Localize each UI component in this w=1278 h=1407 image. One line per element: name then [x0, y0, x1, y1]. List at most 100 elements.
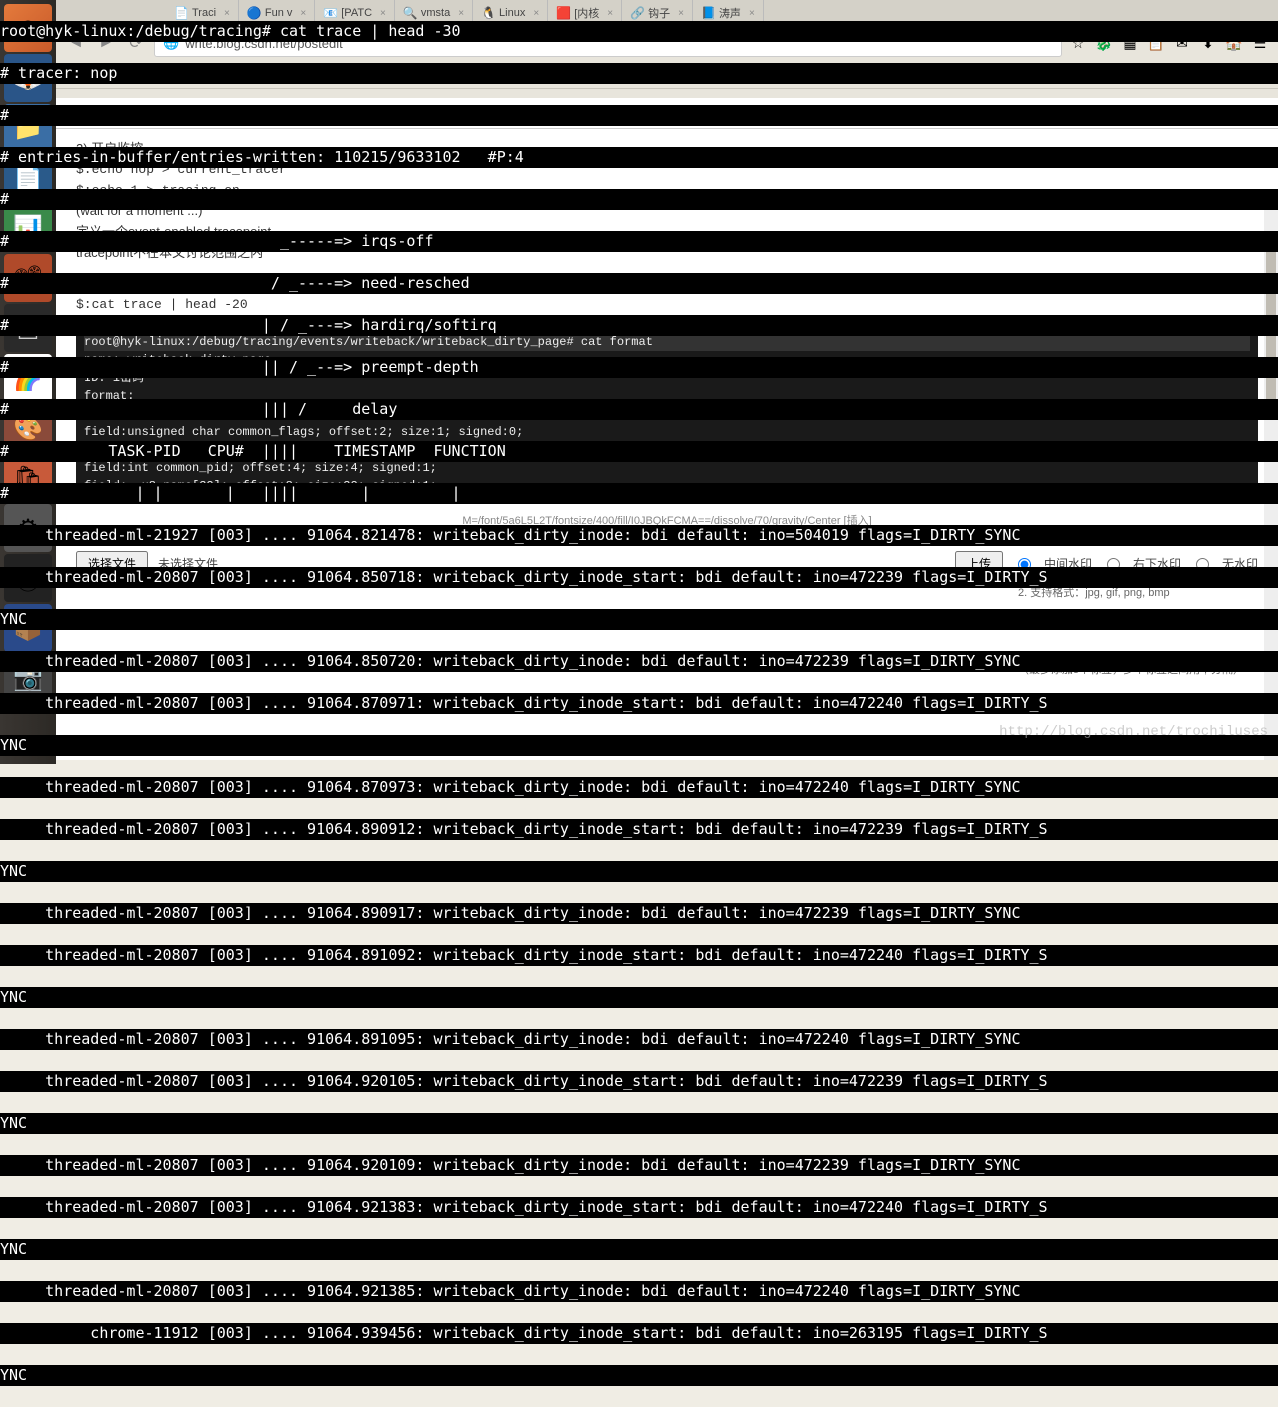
dragon-icon[interactable]: 🐉 — [1094, 33, 1114, 53]
list-icon[interactable]: ≡ — [258, 106, 265, 120]
choose-file-button[interactable]: 选择文件 — [76, 551, 148, 576]
copy-icon[interactable]: 📄 — [129, 106, 144, 120]
launcher-firefox-icon[interactable]: 🦊 — [4, 54, 52, 102]
link-icon[interactable]: 🔗 — [376, 106, 391, 120]
url-input[interactable]: 🌐 write.blog.csdn.net/postedit — [154, 29, 1062, 57]
launcher-vbox-icon[interactable]: 📦 — [4, 604, 52, 652]
terminal-line: YNC — [0, 987, 1278, 1008]
close-icon[interactable]: × — [749, 8, 755, 19]
scrollbar[interactable] — [1264, 196, 1278, 760]
address-bar: ◄ ► ⟳ 🌐 write.blog.csdn.net/postedit ☆ 🐉… — [56, 26, 1278, 60]
quote-icon[interactable]: ❝ — [339, 106, 345, 120]
close-icon[interactable]: × — [300, 8, 306, 19]
code-line: field:unsigned char common_flags; offset… — [84, 423, 1250, 441]
forward-button[interactable]: ► — [94, 29, 118, 57]
bookmark-bar: 📁linux 📁tmp 📁opensource 📁xfs 📁工具使用 📁linu… — [56, 60, 1278, 89]
cut-icon[interactable]: ✂ — [111, 106, 121, 120]
terminal-line: threaded-ml-20807 [003] .... 91064.87097… — [0, 777, 1278, 798]
code-line: field:unsigned char common_preempt_count… — [84, 441, 1250, 459]
reload-button[interactable]: ⟳ — [124, 29, 148, 57]
indent-icon[interactable]: ⇥ — [309, 106, 319, 120]
tab[interactable]: 📘涛声× — [693, 0, 764, 26]
launcher-home-icon[interactable]: ◉ — [4, 4, 52, 52]
tab[interactable]: 🔍vmsta× — [395, 0, 473, 26]
bookmark-folder[interactable]: 📁diy — [975, 67, 1009, 81]
favicon-icon: 🟥 — [556, 6, 570, 20]
code-icon[interactable]: </> — [1236, 106, 1253, 120]
outdent-icon[interactable]: ⇤ — [291, 106, 301, 120]
close-icon[interactable]: × — [533, 8, 539, 19]
blog-editor: ↶ ↷ | ✂ 📄 📋 | B I U S | ≡ ≣ ⇤ ⇥ | ❝ 🖼 🔗 … — [56, 98, 1278, 760]
tab[interactable]: 🐧 Linux × — [473, 0, 548, 26]
close-icon[interactable]: × — [224, 8, 230, 19]
image-icon[interactable]: 🖼 — [353, 106, 368, 120]
redo-icon[interactable]: ↷ — [82, 106, 92, 120]
bookmark-folder[interactable]: 📁linux — [558, 67, 602, 81]
bookmark-folder[interactable]: 📁opensource — [669, 67, 751, 81]
emoji-icon[interactable]: ☺ — [399, 106, 411, 120]
italic-icon[interactable]: I — [203, 106, 206, 120]
bookmark-folder[interactable]: 📁工具使用 — [813, 66, 880, 83]
folder-icon: 📁 — [669, 67, 684, 81]
tab-label: [PATC — [341, 7, 372, 19]
capture-icon[interactable]: 📋 — [1146, 33, 1166, 53]
editor-content[interactable]: 2) 开启监控 $:echo nop > current_tracer $:ec… — [56, 129, 1278, 541]
paste-icon[interactable]: 📋 — [152, 106, 167, 120]
bookmark-folder[interactable]: 📁today — [1080, 67, 1128, 81]
tab[interactable]: 🟥 [内核 × — [548, 0, 622, 26]
scrollbar-thumb[interactable] — [1266, 236, 1276, 416]
launcher-amazon-icon[interactable]: ⓐ — [4, 554, 52, 602]
undo-icon[interactable]: ↶ — [64, 106, 74, 120]
bookmark-folder[interactable]: 📁linux命令 — [894, 66, 962, 83]
tab-label: Linux — [499, 7, 525, 19]
bold-icon[interactable]: B — [186, 106, 195, 120]
numlist-icon[interactable]: ≣ — [273, 106, 283, 120]
folder-icon: 📁 — [1023, 67, 1038, 81]
bookmark-folder[interactable]: 📁xfs — [764, 67, 798, 81]
home-icon[interactable]: 🏠 — [1224, 33, 1244, 53]
terminal-line: YNC — [0, 1365, 1278, 1386]
upload-button[interactable]: 上传 — [955, 551, 1003, 576]
launcher-screenshot-icon[interactable]: 📷 — [4, 654, 52, 702]
star-icon[interactable]: ☆ — [1068, 33, 1088, 53]
launcher-files-icon[interactable]: 📁 — [4, 104, 52, 152]
folder-icon: 📁 — [764, 67, 779, 81]
launcher-chrome-icon[interactable]: 🌈 — [4, 354, 52, 402]
terminal-line: threaded-ml-20807 [003] .... 91064.89091… — [0, 903, 1278, 924]
note-line: 1. 图片大小不能超过2M — [1018, 567, 1258, 585]
code-line: field:__u8 name[32]; offset:8; size:32; … — [84, 477, 1250, 495]
tab[interactable]: 📧[PATC× — [315, 0, 395, 26]
bookmark-label: today — [1099, 67, 1128, 81]
bookmark-folder[interactable]: 📁tmp — [616, 67, 655, 81]
close-icon[interactable]: × — [607, 8, 613, 19]
download-icon[interactable]: ⬇ — [1198, 33, 1218, 53]
close-icon[interactable]: × — [678, 8, 684, 19]
content-line: $:echo nop > current_tracer — [76, 160, 1258, 181]
mail-icon[interactable]: ✉ — [1172, 33, 1192, 53]
launcher-calc-icon[interactable]: 📊 — [4, 204, 52, 252]
tab[interactable]: 🔗钩子× — [622, 0, 693, 26]
launcher-software-icon[interactable]: 🛍 — [4, 454, 52, 502]
favicon-icon: 🐧 — [481, 6, 495, 20]
menu-icon[interactable]: ☰ — [1250, 33, 1270, 53]
launcher-gimp-icon[interactable]: 🎨 — [4, 404, 52, 452]
bookmark-folder[interactable]: 📁诗词 — [1023, 66, 1066, 83]
strike-icon[interactable]: S — [231, 106, 239, 120]
launcher-settings-icon[interactable]: ⚙ — [4, 504, 52, 552]
extension-icon[interactable]: ▦ — [1120, 33, 1140, 53]
tab[interactable]: 🔵Fun v× — [239, 0, 315, 26]
note-line: 2. 支持格式：jpg, gif, png, bmp — [1018, 585, 1258, 603]
launcher-writer-icon[interactable]: 📄 — [4, 154, 52, 202]
underline-icon[interactable]: U — [214, 106, 223, 120]
expand-icon[interactable]: ⛶ — [1262, 106, 1270, 121]
close-icon[interactable]: × — [380, 8, 386, 19]
favicon-icon: 🔍 — [403, 6, 417, 20]
content-line: tracepoint不在本文讨论范围之内 — [76, 243, 1258, 264]
tab-label: [内核 — [574, 5, 599, 21]
launcher-terminal-icon[interactable]: ▣ — [4, 304, 52, 352]
tab[interactable]: 📄Traci× — [166, 0, 239, 26]
folder-icon: 📁 — [616, 67, 631, 81]
launcher-impress-icon[interactable]: 📽 — [4, 254, 52, 302]
back-button[interactable]: ◄ — [64, 29, 88, 57]
close-icon[interactable]: × — [458, 8, 464, 19]
